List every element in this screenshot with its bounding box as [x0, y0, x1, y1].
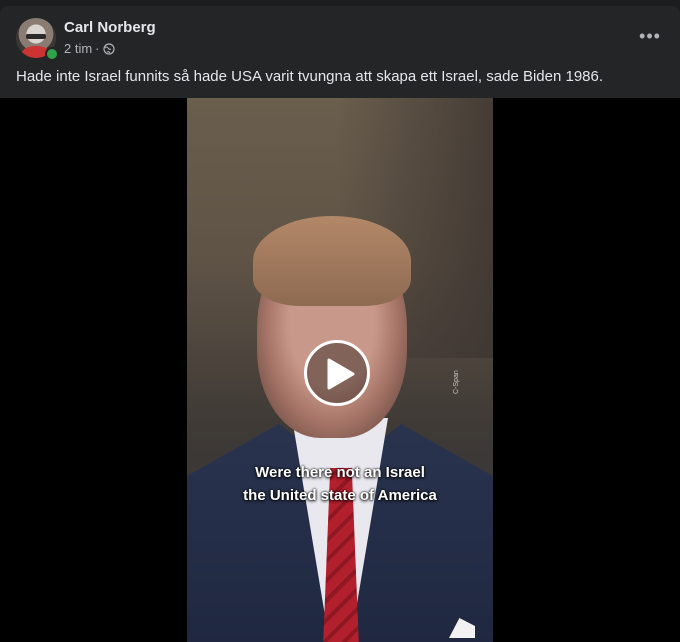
more-horizontal-icon: ••• [639, 25, 661, 46]
video-subtitle-line1: Were there not an Israel [255, 464, 425, 481]
post-meta: 2 tim · [64, 41, 115, 56]
online-status-icon [45, 47, 59, 61]
post-caption: Hade inte Israel funnits så hade USA var… [16, 68, 604, 85]
video-frame[interactable]: C-Span Were there not an Israel the Unit… [187, 98, 493, 642]
author-name[interactable]: Carl Norberg [64, 19, 156, 36]
play-button[interactable] [304, 340, 370, 406]
meta-separator: · [95, 41, 100, 56]
video-subtitle-line2: the United state of America [243, 487, 437, 504]
globe-icon[interactable] [102, 42, 115, 55]
video-hair [253, 216, 411, 306]
more-options-button[interactable]: ••• [636, 22, 664, 50]
post-timestamp[interactable]: 2 tim [64, 41, 92, 56]
play-icon [327, 358, 355, 390]
post-header: Carl Norberg 2 tim · ••• [16, 18, 664, 61]
video-watermark: C-Span [453, 370, 460, 394]
post-card: Carl Norberg 2 tim · ••• Hade inte Israe… [0, 6, 680, 642]
video-player[interactable]: C-Span Were there not an Israel the Unit… [0, 98, 680, 642]
avatar-glasses [26, 34, 46, 39]
